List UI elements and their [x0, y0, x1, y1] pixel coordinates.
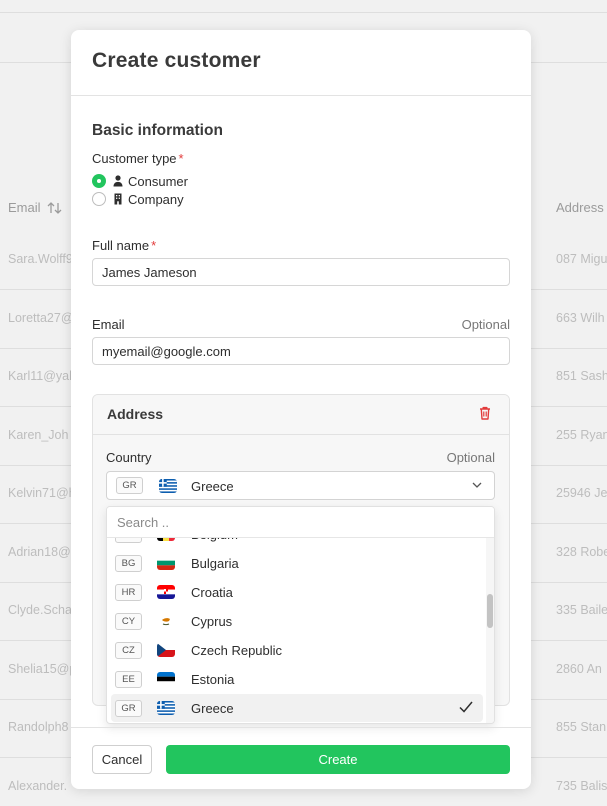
table-cell-email: Randolph8: [8, 720, 69, 734]
cancel-button[interactable]: Cancel: [92, 745, 152, 774]
create-button[interactable]: Create: [166, 745, 510, 774]
radio-label-company: Company: [128, 191, 184, 207]
country-select[interactable]: GR Greece: [106, 471, 495, 500]
croatia-flag-icon: [157, 585, 175, 599]
trash-icon[interactable]: [479, 406, 491, 420]
table-cell-email: Adrian18@: [8, 544, 71, 559]
dropdown-scrollbar[interactable]: [486, 538, 494, 723]
country-list: BE Belgium BG Bulgaria HR Croatia CY Cyprus CZ Cz…: [107, 538, 485, 723]
country-code-badge: GR: [115, 700, 142, 717]
table-cell-address: 663 Wilh: [556, 310, 605, 325]
country-option-estonia[interactable]: EE Estonia: [111, 665, 483, 693]
country-option-label: Estonia: [191, 672, 235, 687]
table-cell-address: 087 Migu: [556, 252, 607, 266]
customer-type-label: Customer type *: [92, 151, 184, 166]
table-cell-email: Karen_Joh: [8, 427, 69, 442]
table-cell-email: Shelia15@p: [8, 661, 77, 676]
radio-consumer[interactable]: [92, 174, 106, 188]
table-cell-address: 851 Sash: [556, 369, 607, 383]
country-code-badge: BG: [115, 555, 142, 572]
table-cell-email: Clyde.Scha: [8, 603, 72, 617]
radio-label-consumer: Consumer: [128, 173, 188, 189]
country-option-bulgaria[interactable]: BG Bulgaria: [111, 549, 483, 577]
country-option-belgium[interactable]: BE Belgium: [111, 538, 483, 548]
building-icon: [114, 193, 122, 205]
table-cell-address: 25946 Je: [556, 486, 607, 500]
column-header-address[interactable]: Address: [556, 200, 604, 215]
table-cell-address: 2860 An: [556, 661, 602, 676]
table-cell-email: Kelvin71@h: [8, 486, 76, 500]
radio-option-consumer[interactable]: Consumer: [92, 173, 188, 189]
country-select-value: Greece: [191, 479, 234, 494]
country-option-label: Cyprus: [191, 614, 233, 629]
required-mark: *: [178, 151, 184, 166]
row-divider: [0, 12, 607, 13]
chevron-down-icon: [472, 482, 482, 488]
country-optional-hint: Optional: [446, 450, 495, 465]
country-dropdown: BE Belgium BG Bulgaria HR Croatia CY Cyprus CZ Cz…: [106, 506, 495, 724]
table-cell-email: Karl11@yah: [8, 369, 77, 383]
country-label: Country: [106, 450, 152, 465]
country-option-label: Bulgaria: [191, 556, 239, 571]
greece-flag-icon: [157, 701, 175, 715]
country-code-badge: HR: [115, 584, 142, 601]
belgium-flag-icon: [157, 538, 175, 541]
bulgaria-flag-icon: [157, 556, 175, 570]
country-option-label: Greece: [191, 701, 234, 716]
section-title: Basic information: [92, 122, 223, 139]
header-divider: [71, 95, 531, 96]
table-cell-address: 255 Ryan: [556, 427, 607, 442]
greece-flag-icon: [159, 479, 177, 493]
country-option-czech-republic[interactable]: CZ Czech Republic: [111, 636, 483, 664]
country-option-greece[interactable]: GR Greece: [111, 694, 483, 722]
country-code-badge: GR: [116, 477, 143, 494]
full-name-input[interactable]: [92, 258, 510, 286]
email-label: Email: [92, 317, 125, 332]
table-cell-address: 335 Baile: [556, 603, 607, 617]
country-option-label: Croatia: [191, 585, 233, 600]
country-option-cyprus[interactable]: CY Cyprus: [111, 607, 483, 635]
estonia-flag-icon: [157, 672, 175, 686]
address-card-header: Address: [93, 395, 509, 435]
radio-company[interactable]: [92, 192, 106, 206]
czech-republic-flag-icon: [157, 643, 175, 657]
checkmark-icon: [459, 701, 473, 713]
table-cell-email: Alexander.: [8, 778, 68, 793]
radio-option-company[interactable]: Company: [92, 191, 184, 207]
footer-divider: [71, 727, 531, 728]
table-cell-address: 735 Balis: [556, 778, 607, 793]
table-cell-email: Sara.Wolff9: [8, 252, 73, 266]
country-code-badge: CZ: [115, 642, 142, 659]
scrollbar-thumb[interactable]: [487, 594, 493, 628]
country-code-badge: BE: [115, 538, 142, 543]
address-title: Address: [107, 406, 164, 422]
email-optional-hint: Optional: [461, 317, 510, 332]
table-cell-email: Loretta27@: [8, 310, 74, 325]
cyprus-flag-icon: [157, 614, 175, 628]
modal-title: Create customer: [92, 49, 261, 72]
country-code-badge: EE: [115, 671, 142, 688]
country-search-input[interactable]: [107, 507, 494, 538]
person-icon: [113, 175, 123, 187]
country-option-croatia[interactable]: HR Croatia: [111, 578, 483, 606]
email-input[interactable]: [92, 337, 510, 365]
table-cell-address: 328 Robe: [556, 544, 607, 559]
country-option-label: Belgium: [191, 538, 238, 542]
country-option-label: Czech Republic: [191, 643, 283, 658]
required-mark: *: [151, 238, 157, 253]
create-customer-modal: Create customer Basic information Custom…: [71, 30, 531, 789]
sort-icon: [47, 201, 61, 214]
column-header-email[interactable]: Email: [8, 200, 63, 215]
country-code-badge: CY: [115, 613, 142, 630]
full-name-label: Full name *: [92, 238, 157, 253]
table-cell-address: 855 Stan: [556, 720, 607, 734]
